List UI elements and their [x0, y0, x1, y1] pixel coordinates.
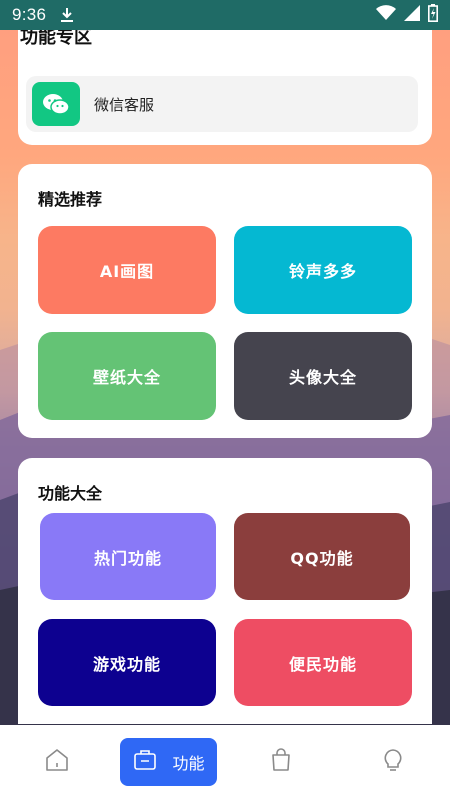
recommend-card: 精选推荐 AI画图 铃声多多 壁纸大全 头像大全 — [18, 164, 432, 438]
wallpaper-tile[interactable]: 壁纸大全 — [38, 332, 216, 420]
signal-icon — [404, 4, 420, 26]
wechat-service-button[interactable]: 微信客服 — [26, 76, 418, 132]
briefcase-icon — [132, 747, 158, 777]
lightbulb-icon — [380, 747, 406, 777]
nav-shop[interactable] — [259, 738, 303, 786]
bag-icon — [268, 747, 294, 777]
ringtone-tile[interactable]: 铃声多多 — [234, 226, 412, 314]
wifi-icon — [376, 4, 396, 26]
nav-ideas[interactable] — [371, 738, 415, 786]
wechat-icon — [32, 82, 80, 126]
hot-functions-tile[interactable]: 热门功能 — [40, 513, 216, 600]
page-title: 功能专区 — [18, 30, 432, 52]
download-icon — [60, 7, 74, 23]
battery-icon — [428, 3, 438, 27]
ai-drawing-tile[interactable]: AI画图 — [38, 226, 216, 314]
nav-functions[interactable]: 功能 — [120, 738, 217, 786]
nav-functions-label: 功能 — [172, 754, 205, 773]
bottom-nav: 功能 — [0, 725, 450, 800]
avatar-tile[interactable]: 头像大全 — [234, 332, 412, 420]
service-card: 微信客服 — [18, 52, 432, 145]
home-icon — [44, 747, 70, 777]
status-time: 9:36 — [12, 5, 47, 24]
recommend-title: 精选推荐 — [38, 190, 103, 209]
nav-home[interactable] — [35, 738, 79, 786]
qq-functions-tile[interactable]: QQ功能 — [234, 513, 410, 600]
wechat-service-label: 微信客服 — [94, 95, 155, 114]
game-functions-tile[interactable]: 游戏功能 — [38, 619, 216, 706]
functions-card: 功能大全 热门功能 QQ功能 游戏功能 便民功能 — [18, 458, 432, 724]
status-bar: 9:36 — [0, 0, 450, 30]
functions-title: 功能大全 — [38, 484, 103, 503]
utility-functions-tile[interactable]: 便民功能 — [234, 619, 412, 706]
